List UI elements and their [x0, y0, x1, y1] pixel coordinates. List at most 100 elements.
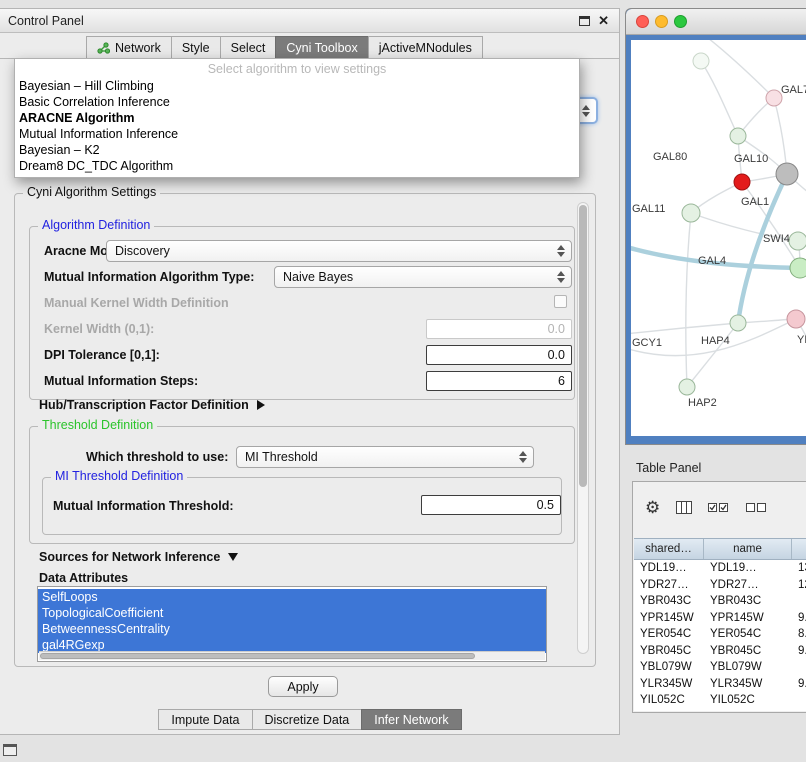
mi-threshold-field[interactable]: 0.5	[421, 495, 561, 515]
table-cell: YBL079W	[634, 661, 704, 673]
collapsed-arrow-icon	[257, 400, 265, 410]
network-edge[interactable]	[796, 319, 806, 402]
table-cell: YPR145W	[704, 612, 792, 624]
mi-type-select[interactable]: Naive Bayes	[274, 266, 572, 288]
zoom-traffic-icon[interactable]	[674, 15, 687, 28]
table-cell: YIL052C	[704, 694, 792, 706]
select-all-icon[interactable]	[708, 502, 730, 513]
hub-section-toggle[interactable]: Hub/Transcription Factor Definition	[39, 398, 265, 412]
table-row[interactable]: YBR045CYBR045C9.	[634, 643, 806, 660]
network-edge[interactable]	[701, 61, 738, 136]
mi-steps-label: Mutual Information Steps:	[44, 373, 198, 389]
hscrollbar-thumb[interactable]	[40, 653, 475, 659]
network-node[interactable]	[730, 128, 746, 144]
network-edge[interactable]	[703, 40, 774, 98]
manual-kernel-checkbox[interactable]	[554, 295, 567, 308]
which-threshold-select[interactable]: MI Threshold	[236, 446, 534, 468]
network-node[interactable]	[679, 379, 695, 395]
popup-placeholder: Select algorithm to view settings	[15, 59, 579, 78]
attribute-item[interactable]: SelfLoops	[38, 589, 546, 605]
network-node[interactable]	[766, 90, 782, 106]
dpi-tolerance-field[interactable]: 0.0	[426, 345, 572, 365]
attribute-item[interactable]: TopologicalCoefficient	[38, 605, 546, 621]
table-cell: YLR345W	[704, 678, 792, 690]
node-label: SWI4	[763, 233, 790, 245]
mi-threshold-group: MI Threshold Definition Mutual Informati…	[42, 477, 562, 535]
tab-select[interactable]: Select	[220, 36, 277, 58]
column-header-name[interactable]: name	[704, 539, 792, 559]
network-node[interactable]	[790, 258, 806, 278]
table-row[interactable]: YIL052CYIL052C	[634, 692, 806, 709]
minimized-panel-icon[interactable]	[3, 744, 17, 756]
column-header-shared-name[interactable]: shared…	[634, 539, 704, 559]
tab-label: Infer Network	[374, 713, 448, 727]
network-node[interactable]	[734, 174, 750, 190]
table-row[interactable]: YER054CYER054C8.	[634, 626, 806, 643]
apply-button[interactable]: Apply	[268, 676, 338, 697]
network-tab-icon	[97, 42, 110, 54]
minimize-traffic-icon[interactable]	[655, 15, 668, 28]
network-node[interactable]	[776, 163, 798, 185]
tab-discretize-data[interactable]: Discretize Data	[252, 709, 363, 730]
table-cell: 9.	[792, 678, 806, 690]
table-row[interactable]: YPR145WYPR145W9.	[634, 610, 806, 627]
threshold-definition-title: Threshold Definition	[38, 418, 157, 432]
gear-icon[interactable]: ⚙	[645, 499, 660, 516]
columns-icon[interactable]	[676, 501, 692, 514]
tab-impute-data[interactable]: Impute Data	[158, 709, 252, 730]
sources-section-label: Sources for Network Inference	[39, 550, 220, 564]
algorithm-option[interactable]: Dream8 DC_TDC Algorithm	[15, 158, 579, 174]
network-edge[interactable]	[631, 323, 738, 335]
deselect-all-icon[interactable]	[746, 502, 768, 513]
panel-title: Control Panel	[8, 14, 84, 28]
network-graph[interactable]: GAL7GAL80GAL10GAL11GAL1SWI4GAL4GCY1HAP4Y…	[631, 40, 806, 436]
float-window-icon[interactable]	[579, 16, 590, 26]
attribute-list-hscrollbar[interactable]	[39, 651, 545, 660]
aracne-mode-select[interactable]: Discovery	[106, 240, 572, 262]
algorithm-option[interactable]: Bayesian – Hill Climbing	[15, 78, 579, 94]
algorithm-option[interactable]: Mutual Information Inference	[15, 126, 579, 142]
kernel-width-label: Kernel Width (0,1):	[44, 321, 154, 337]
algorithm-option[interactable]: Basic Correlation Inference	[15, 94, 579, 110]
table-cell: YIL052C	[634, 694, 704, 706]
close-icon[interactable]: ✕	[598, 14, 609, 27]
network-node[interactable]	[693, 53, 709, 69]
close-traffic-icon[interactable]	[636, 15, 649, 28]
network-node[interactable]	[787, 310, 805, 328]
node-label: YDR0	[797, 334, 806, 346]
tab-style[interactable]: Style	[171, 36, 221, 58]
sources-section-toggle[interactable]: Sources for Network Inference	[39, 550, 238, 564]
kernel-width-field[interactable]: 0.0	[426, 319, 572, 339]
attribute-list[interactable]: SelfLoopsTopologicalCoefficientBetweenne…	[37, 586, 547, 662]
attribute-item[interactable]: BetweennessCentrality	[38, 621, 546, 637]
network-node[interactable]	[789, 232, 806, 250]
scrollbar-thumb[interactable]	[579, 205, 587, 487]
network-node[interactable]	[682, 204, 700, 222]
tab-infer-network[interactable]: Infer Network	[361, 709, 461, 730]
network-canvas[interactable]: GAL7GAL80GAL10GAL11GAL1SWI4GAL4GCY1HAP4Y…	[631, 40, 806, 436]
table-cell: 12	[792, 579, 806, 591]
settings-scrollbar[interactable]	[577, 202, 589, 654]
tab-cyni-toolbox[interactable]: Cyni Toolbox	[275, 36, 368, 58]
network-edge[interactable]	[686, 213, 691, 387]
tab-label: jActiveMNodules	[379, 41, 472, 55]
table-row[interactable]: YDL19…YDL19…13	[634, 560, 806, 577]
network-window-titlebar[interactable]	[626, 9, 806, 35]
network-node[interactable]	[730, 315, 746, 331]
network-edge[interactable]	[742, 182, 800, 268]
table-row[interactable]: YDR27…YDR27…12	[634, 577, 806, 594]
tab-jactivemnodules[interactable]: jActiveMNodules	[368, 36, 483, 58]
tab-network[interactable]: Network	[86, 36, 172, 58]
table-row[interactable]: YBL079WYBL079W	[634, 659, 806, 676]
table-row[interactable]: YBR043CYBR043C	[634, 593, 806, 610]
tab-label: Cyni Toolbox	[286, 41, 357, 55]
table-cell: 9.	[792, 645, 806, 657]
algorithm-option[interactable]: Bayesian – K2	[15, 142, 579, 158]
table-row[interactable]: YLR345WYLR345W9.	[634, 676, 806, 693]
node-label: GAL4	[698, 255, 726, 267]
which-threshold-label: Which threshold to use:	[86, 449, 228, 465]
algorithm-option[interactable]: ARACNE Algorithm	[15, 110, 579, 126]
table-cell: YBR045C	[704, 645, 792, 657]
column-header-extra[interactable]	[792, 539, 806, 559]
mi-steps-field[interactable]: 6	[426, 371, 572, 391]
